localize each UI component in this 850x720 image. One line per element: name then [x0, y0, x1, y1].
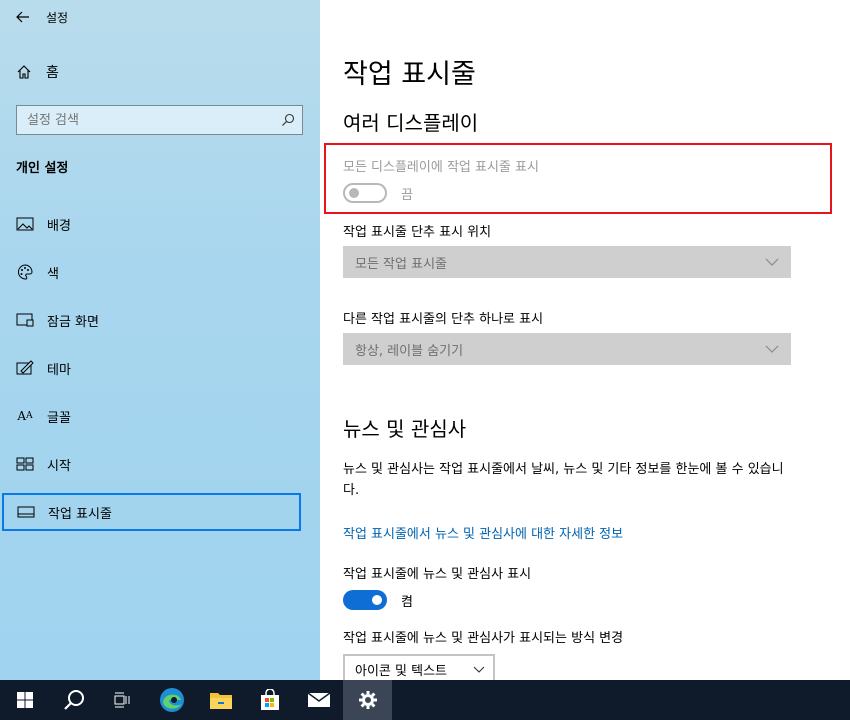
file-explorer-button[interactable] [196, 680, 245, 720]
search-input[interactable] [27, 112, 274, 128]
news-heading: 뉴스 및 관심사 [343, 417, 467, 441]
show-news-toggle[interactable] [343, 590, 387, 610]
show-all-displays-label: 모든 디스플레이에 작업 표시줄 표시 [343, 160, 539, 175]
settings-search-box[interactable] [16, 105, 303, 135]
dropdown-value: 모든 작업 표시줄 [355, 256, 447, 272]
show-news-toggle-row: 켬 [343, 590, 413, 610]
section-title: 개인 설정 [16, 161, 69, 176]
windows-logo-icon [16, 692, 33, 708]
back-arrow-icon [16, 11, 29, 23]
file-explorer-icon [209, 693, 232, 709]
picture-icon [15, 217, 35, 231]
home-link[interactable]: 홈 [16, 60, 59, 84]
settings-button[interactable] [343, 680, 392, 720]
sidebar-item-themes[interactable]: 테마 [0, 349, 320, 387]
sidebar-item-taskbar[interactable]: 작업 표시줄 [2, 493, 301, 531]
sidebar-item-label: 색 [47, 266, 59, 282]
combobox-value: 아이콘 및 텍스트 [355, 663, 447, 679]
show-all-displays-toggle-row: 끔 [343, 183, 413, 203]
start-button[interactable] [0, 680, 49, 720]
dropdown-value: 항상, 레이블 숨기기 [355, 343, 464, 359]
combine-buttons-label: 다른 작업 표시줄의 단추 하나로 표시 [343, 312, 544, 327]
sidebar-item-fonts[interactable]: AA 글꼴 [0, 397, 320, 435]
sidebar-item-label: 시작 [47, 458, 71, 474]
store-icon [260, 689, 279, 710]
home-icon [16, 64, 34, 80]
news-more-info-link[interactable]: 작업 표시줄에서 뉴스 및 관심사에 대한 자세한 정보 [343, 523, 623, 542]
palette-icon [15, 264, 35, 280]
chevron-down-icon [765, 342, 779, 356]
start-icon [15, 457, 35, 471]
store-button[interactable] [245, 680, 294, 720]
sidebar-item-label: 테마 [47, 362, 71, 378]
news-description: 뉴스 및 관심사는 작업 표시줄에서 날씨, 뉴스 및 기타 정보를 한눈에 볼… [343, 462, 784, 498]
combine-buttons-dropdown[interactable]: 항상, 레이블 숨기기 [343, 333, 791, 365]
sidebar-item-start[interactable]: 시작 [0, 445, 320, 483]
main-content: 작업 표시줄 여러 디스플레이 모든 디스플레이에 작업 표시줄 표시 끔 작업… [320, 0, 850, 684]
task-view-button[interactable] [98, 680, 147, 720]
title-bar: 설정 [0, 0, 320, 34]
sidebar-item-color[interactable]: 색 [0, 253, 320, 291]
taskbar [0, 680, 850, 720]
sidebar-item-background[interactable]: 배경 [0, 205, 320, 243]
settings-icon [358, 691, 377, 709]
sidebar-item-label: 잠금 화면 [47, 314, 99, 330]
taskbar-icon [16, 506, 36, 518]
toggle-state-label: 켬 [401, 594, 413, 610]
lock-screen-icon [15, 313, 35, 327]
app-title: 설정 [46, 10, 69, 25]
mail-icon [307, 692, 330, 707]
buttons-location-dropdown[interactable]: 모든 작업 표시줄 [343, 246, 791, 278]
show-news-label: 작업 표시줄에 뉴스 및 관심사 표시 [343, 567, 532, 582]
taskbar-search-button[interactable] [49, 680, 98, 720]
sidebar-item-label: 글꼴 [47, 410, 71, 426]
search-icon[interactable] [274, 113, 302, 127]
news-mode-label: 작업 표시줄에 뉴스 및 관심사가 표시되는 방식 변경 [343, 631, 624, 646]
sidebar: 설정 홈 개인 설정 배경 색 잠금 화면 테마 [0, 0, 320, 680]
search-icon [63, 690, 84, 710]
toggle-state-label: 끔 [401, 187, 413, 203]
page-title: 작업 표시줄 [343, 59, 476, 90]
task-view-icon [114, 692, 129, 708]
mail-button[interactable] [294, 680, 343, 720]
highlight-box [324, 143, 832, 214]
font-icon: AA [17, 409, 33, 423]
sidebar-item-lock-screen[interactable]: 잠금 화면 [0, 301, 320, 339]
chevron-down-icon [473, 662, 485, 677]
back-button[interactable] [0, 0, 46, 34]
show-all-displays-toggle[interactable] [343, 183, 387, 203]
chevron-down-icon [765, 255, 779, 269]
buttons-location-label: 작업 표시줄 단추 표시 위치 [343, 225, 492, 240]
home-label: 홈 [46, 65, 59, 81]
theme-icon [15, 360, 35, 376]
edge-icon [159, 688, 184, 712]
edge-button[interactable] [147, 680, 196, 720]
multi-display-heading: 여러 디스플레이 [343, 111, 479, 135]
sidebar-item-label: 작업 표시줄 [48, 506, 112, 522]
sidebar-item-label: 배경 [47, 218, 71, 234]
